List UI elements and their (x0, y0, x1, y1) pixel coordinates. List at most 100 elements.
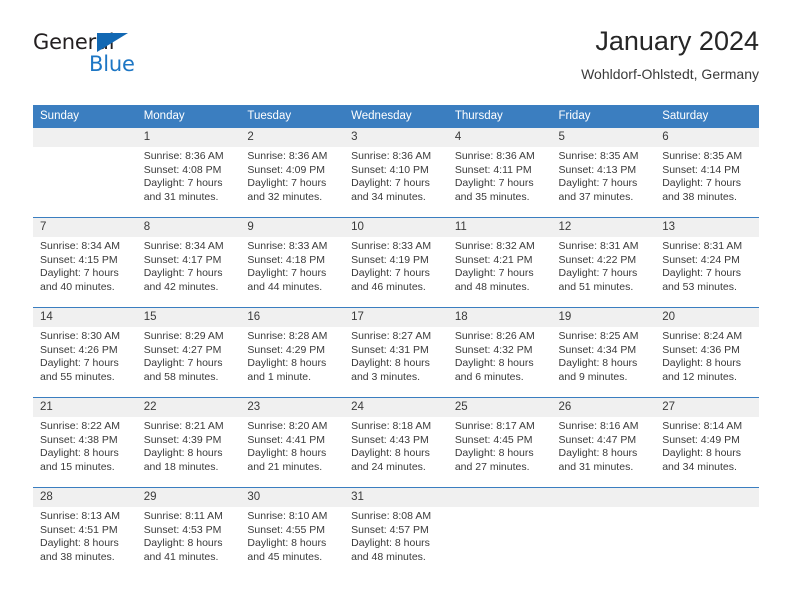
daylight-line-2: and 48 minutes. (351, 550, 426, 563)
calendar-day-cell[interactable]: 21 Sunrise: 8:22 AM Sunset: 4:38 PM Dayligh… (33, 397, 137, 488)
calendar-day-cell[interactable]: 15 Sunrise: 8:29 AM Sunset: 4:27 PM Dayligh… (136, 307, 241, 398)
calendar-day-cell[interactable]: 16 Sunrise: 8:28 AM Sunset: 4:29 PM Dayligh… (240, 307, 345, 398)
sunrise-time: Sunrise: 8:32 AM (454, 240, 535, 252)
day-details: Sunrise: 8:33 AM Sunset: 4:18 PM Daylight:… (240, 237, 344, 294)
day-number: 24 (344, 398, 448, 417)
daylight-line-2: and 46 minutes. (351, 280, 426, 293)
daylight-line-2: and 34 minutes. (662, 460, 737, 473)
day-details: Sunrise: 8:18 AM Sunset: 4:43 PM Daylight:… (344, 417, 448, 474)
daylight-line-1: Daylight: 8 hours (351, 537, 430, 550)
daylight-line-1: Daylight: 7 hours (662, 267, 742, 280)
day-number: 9 (240, 218, 345, 237)
calendar-day-cell[interactable]: 20 Sunrise: 8:24 AM Sunset: 4:36 PM Dayligh… (655, 307, 759, 398)
day-number: 17 (344, 308, 448, 327)
sunrise-time: Sunrise: 8:26 AM (454, 330, 535, 342)
calendar-day-cell[interactable]: 10 Sunrise: 8:33 AM Sunset: 4:19 PM Dayligh… (344, 217, 448, 308)
daylight-line-2: and 38 minutes. (662, 190, 737, 203)
calendar-week-row: 28 Sunrise: 8:13 AM Sunset: 4:51 PM Dayligh… (33, 487, 759, 577)
daylight-line-2: and 31 minutes. (143, 190, 219, 203)
calendar-day-cell[interactable]: 17 Sunrise: 8:27 AM Sunset: 4:31 PM Dayligh… (344, 307, 448, 398)
day-number: 2 (240, 128, 345, 147)
calendar-day-cell[interactable]: 7 Sunrise: 8:34 AM Sunset: 4:15 PM Daylight… (33, 217, 137, 308)
calendar-day-cell[interactable]: 30 Sunrise: 8:10 AM Sunset: 4:55 PM Dayligh… (240, 487, 345, 577)
sunset-time: Sunset: 4:27 PM (143, 343, 222, 356)
daylight-line-1: Daylight: 8 hours (662, 447, 742, 460)
calendar-day-cell[interactable]: 4 Sunrise: 8:36 AM Sunset: 4:11 PM Daylight… (447, 127, 552, 218)
calendar-day-cell[interactable]: 14 Sunrise: 8:30 AM Sunset: 4:26 PM Dayligh… (33, 307, 137, 398)
day-details: Sunrise: 8:29 AM Sunset: 4:27 PM Daylight:… (137, 327, 241, 384)
daylight-line-2: and 34 minutes. (351, 190, 426, 203)
calendar-day-cell[interactable]: 6 Sunrise: 8:35 AM Sunset: 4:14 PM Daylight… (655, 127, 759, 218)
calendar-day-cell[interactable]: 11 Sunrise: 8:32 AM Sunset: 4:21 PM Dayligh… (447, 217, 552, 308)
sunrise-time: Sunrise: 8:31 AM (558, 240, 639, 252)
calendar-day-cell[interactable]: 13 Sunrise: 8:31 AM Sunset: 4:24 PM Dayligh… (655, 217, 759, 308)
day-number: 16 (240, 308, 345, 327)
sunset-time: Sunset: 4:45 PM (454, 433, 533, 446)
day-number: 13 (655, 218, 759, 237)
daylight-line-2: and 1 minute. (247, 370, 312, 383)
calendar-day-cell[interactable]: 26 Sunrise: 8:16 AM Sunset: 4:47 PM Dayligh… (551, 397, 656, 488)
day-number (33, 128, 137, 147)
sunset-time: Sunset: 4:14 PM (662, 163, 740, 176)
day-number: 6 (655, 128, 759, 147)
sunrise-time: Sunrise: 8:22 AM (40, 420, 120, 432)
day-details: Sunrise: 8:30 AM Sunset: 4:26 PM Daylight:… (33, 327, 137, 384)
calendar-day-cell[interactable]: 8 Sunrise: 8:34 AM Sunset: 4:17 PM Daylight… (136, 217, 241, 308)
daylight-line-2: and 6 minutes. (454, 370, 524, 383)
day-details: Sunrise: 8:27 AM Sunset: 4:31 PM Daylight:… (344, 327, 448, 384)
day-details: Sunrise: 8:13 AM Sunset: 4:51 PM Daylight:… (33, 507, 137, 564)
day-number: 5 (551, 128, 656, 147)
calendar-day-cell-empty (551, 487, 656, 577)
daylight-line-1: Daylight: 8 hours (143, 447, 223, 460)
day-details: Sunrise: 8:14 AM Sunset: 4:49 PM Daylight:… (655, 417, 759, 474)
calendar-day-cell[interactable]: 19 Sunrise: 8:25 AM Sunset: 4:34 PM Dayligh… (551, 307, 656, 398)
day-number (551, 488, 656, 507)
calendar-day-cell[interactable]: 5 Sunrise: 8:35 AM Sunset: 4:13 PM Daylight… (551, 127, 656, 218)
day-details: Sunrise: 8:20 AM Sunset: 4:41 PM Daylight:… (240, 417, 344, 474)
daylight-line-1: Daylight: 8 hours (351, 447, 430, 460)
calendar-day-cell[interactable]: 27 Sunrise: 8:14 AM Sunset: 4:49 PM Dayligh… (655, 397, 759, 488)
weekday-header-tuesday: Tuesday (240, 105, 345, 128)
calendar-day-cell[interactable]: 18 Sunrise: 8:26 AM Sunset: 4:32 PM Dayligh… (447, 307, 552, 398)
day-number: 23 (240, 398, 345, 417)
calendar-day-cell[interactable]: 25 Sunrise: 8:17 AM Sunset: 4:45 PM Dayligh… (447, 397, 552, 488)
daylight-line-2: and 3 minutes. (351, 370, 420, 383)
sunset-time: Sunset: 4:38 PM (40, 433, 118, 446)
sunrise-time: Sunrise: 8:36 AM (247, 150, 328, 162)
sunrise-time: Sunrise: 8:34 AM (40, 240, 120, 252)
calendar-day-cell[interactable]: 3 Sunrise: 8:36 AM Sunset: 4:10 PM Daylight… (344, 127, 448, 218)
sunset-time: Sunset: 4:08 PM (143, 163, 222, 176)
calendar-day-cell[interactable]: 12 Sunrise: 8:31 AM Sunset: 4:22 PM Dayligh… (551, 217, 656, 308)
general-blue-logo[interactable]: General Blue (33, 30, 233, 86)
daylight-line-2: and 15 minutes. (40, 460, 115, 473)
day-details: Sunrise: 8:33 AM Sunset: 4:19 PM Daylight:… (344, 237, 448, 294)
calendar-day-cell-empty (33, 127, 137, 218)
calendar-day-cell[interactable]: 28 Sunrise: 8:13 AM Sunset: 4:51 PM Dayligh… (33, 487, 137, 577)
daylight-line-1: Daylight: 7 hours (247, 267, 327, 280)
weekday-header-monday: Monday (136, 105, 241, 128)
day-details: Sunrise: 8:10 AM Sunset: 4:55 PM Daylight:… (240, 507, 344, 564)
calendar-day-cell[interactable]: 9 Sunrise: 8:33 AM Sunset: 4:18 PM Daylight… (240, 217, 345, 308)
day-details: Sunrise: 8:31 AM Sunset: 4:22 PM Daylight:… (552, 237, 656, 294)
calendar-day-cell[interactable]: 2 Sunrise: 8:36 AM Sunset: 4:09 PM Daylight… (240, 127, 345, 218)
daylight-line-1: Daylight: 8 hours (247, 447, 327, 460)
sunrise-time: Sunrise: 8:36 AM (351, 150, 432, 162)
calendar-day-cell[interactable]: 29 Sunrise: 8:11 AM Sunset: 4:53 PM Dayligh… (136, 487, 241, 577)
calendar-day-cell[interactable]: 24 Sunrise: 8:18 AM Sunset: 4:43 PM Dayligh… (344, 397, 448, 488)
day-number: 22 (136, 398, 241, 417)
daylight-line-1: Daylight: 7 hours (143, 357, 223, 370)
weekday-header-saturday: Saturday (655, 105, 759, 128)
calendar-day-cell[interactable]: 23 Sunrise: 8:20 AM Sunset: 4:41 PM Dayligh… (240, 397, 345, 488)
day-details: Sunrise: 8:36 AM Sunset: 4:11 PM Daylight:… (448, 147, 552, 204)
day-number: 3 (344, 128, 448, 147)
day-details: Sunrise: 8:35 AM Sunset: 4:13 PM Daylight:… (552, 147, 656, 204)
sunrise-time: Sunrise: 8:30 AM (40, 330, 120, 342)
day-details: Sunrise: 8:11 AM Sunset: 4:53 PM Daylight:… (137, 507, 241, 564)
calendar-week-row: 7 Sunrise: 8:34 AM Sunset: 4:15 PM Daylight… (33, 217, 759, 308)
calendar-day-cell[interactable]: 31 Sunrise: 8:08 AM Sunset: 4:57 PM Dayligh… (344, 487, 448, 577)
day-details: Sunrise: 8:21 AM Sunset: 4:39 PM Daylight:… (137, 417, 241, 474)
day-number: 29 (136, 488, 241, 507)
calendar-day-cell[interactable]: 1 Sunrise: 8:36 AM Sunset: 4:08 PM Daylight… (136, 127, 241, 218)
calendar-week-row: 14 Sunrise: 8:30 AM Sunset: 4:26 PM Dayligh… (33, 307, 759, 398)
calendar-day-cell[interactable]: 22 Sunrise: 8:21 AM Sunset: 4:39 PM Dayligh… (136, 397, 241, 488)
